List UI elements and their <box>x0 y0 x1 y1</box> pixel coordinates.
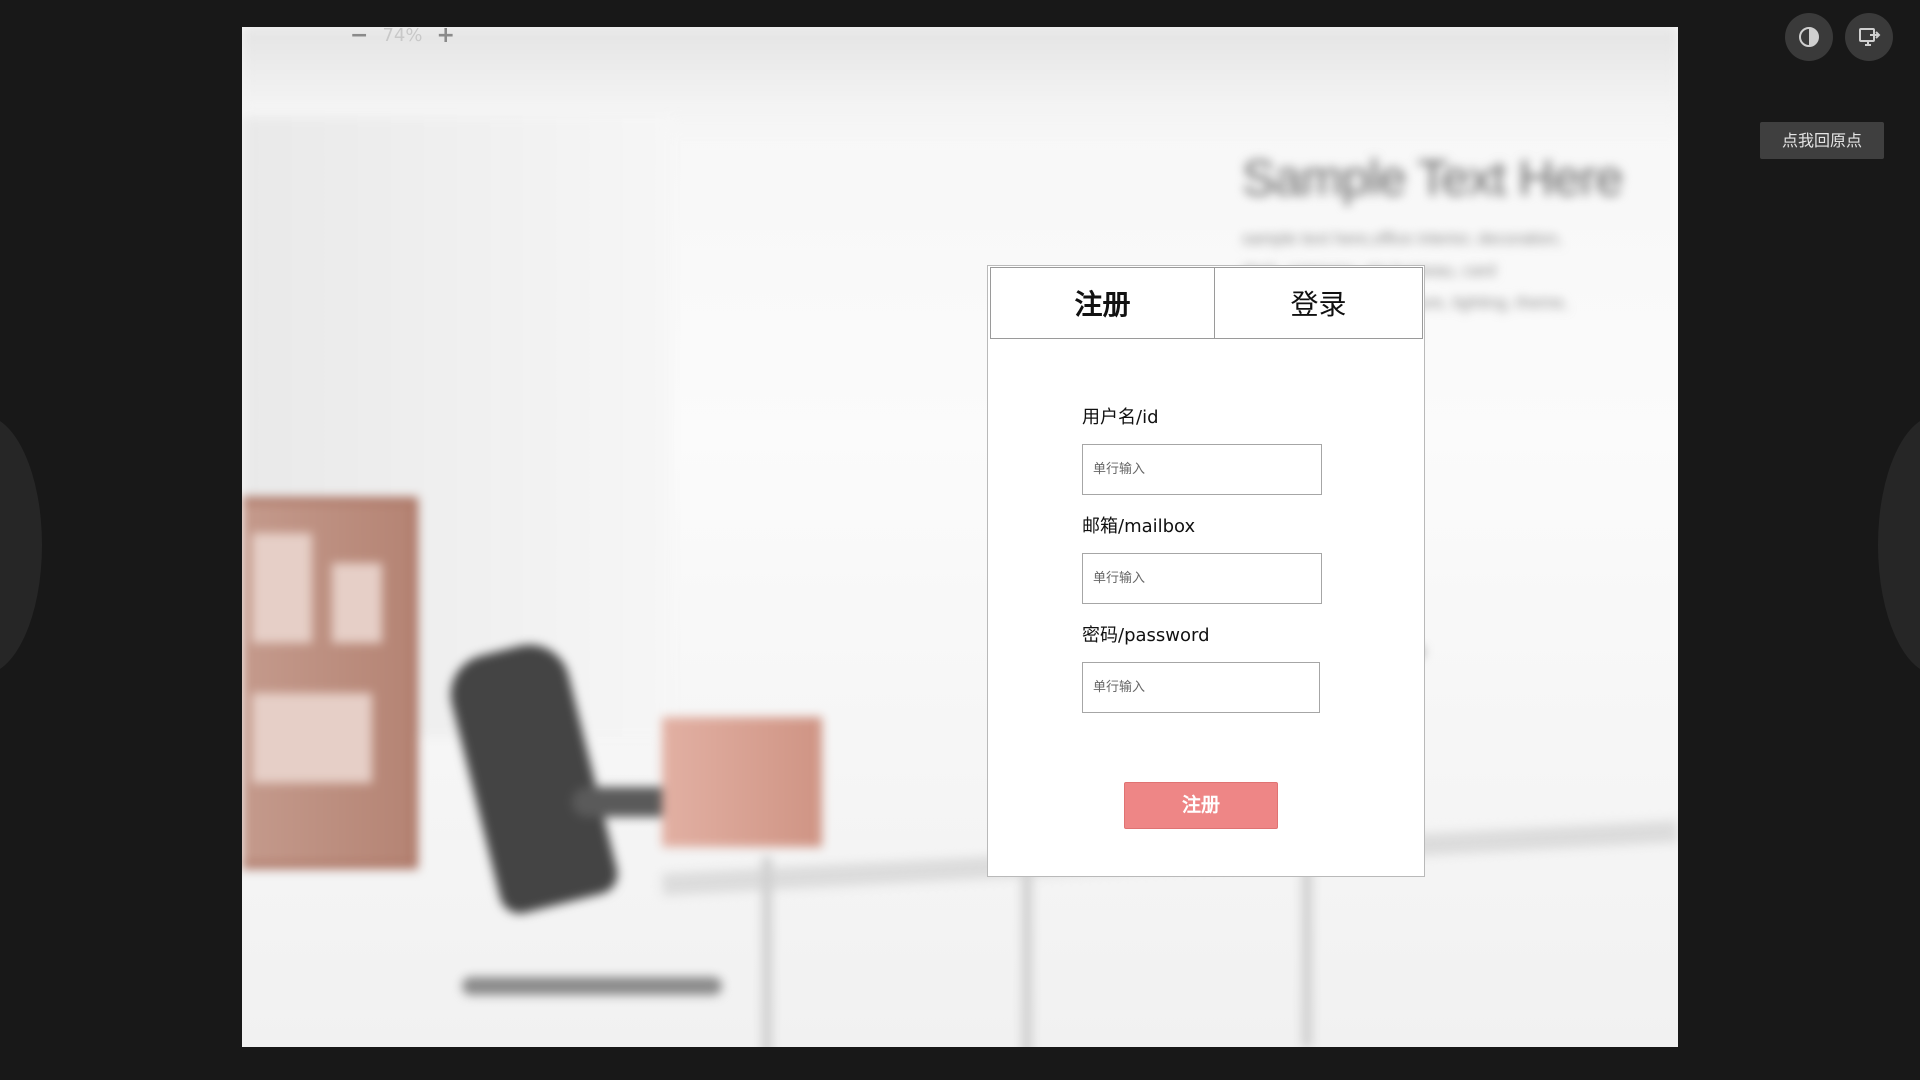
theme-toggle-button[interactable] <box>1785 13 1833 61</box>
register-submit-button[interactable]: 注册 <box>1124 782 1278 829</box>
sample-title: Sample Text Here <box>1242 150 1623 206</box>
password-input[interactable] <box>1082 662 1320 713</box>
right-nav-arc[interactable] <box>1878 415 1920 675</box>
email-label: 邮箱/mailbox <box>1082 516 1196 537</box>
register-form: 用户名/id 邮箱/mailbox 密码/password <box>1082 406 1332 733</box>
username-label: 用户名/id <box>1082 407 1159 428</box>
contrast-icon <box>1799 27 1819 47</box>
presentation-canvas: Sample Text Here sample text here,office… <box>242 27 1678 1047</box>
zoom-in-button[interactable]: + <box>436 24 454 46</box>
exit-presentation-icon <box>1859 28 1881 46</box>
return-origin-button[interactable]: 点我回原点 <box>1760 122 1884 159</box>
register-card: 注册 登录 用户名/id 邮箱/mailbox 密码/password 注册 <box>987 265 1425 877</box>
bookshelf <box>242 497 418 869</box>
auth-tabs: 注册 登录 <box>990 267 1423 339</box>
zoom-control: − 74% + <box>350 24 455 46</box>
password-label: 密码/password <box>1082 625 1210 646</box>
left-nav-arc[interactable] <box>0 415 42 675</box>
tab-register[interactable]: 注册 <box>990 267 1215 339</box>
zoom-out-button[interactable]: − <box>350 24 368 46</box>
exit-presentation-button[interactable] <box>1845 13 1893 61</box>
email-input[interactable] <box>1082 553 1322 604</box>
tab-login[interactable]: 登录 <box>1215 267 1423 339</box>
zoom-level: 74% <box>382 25 423 46</box>
office-background-image: Sample Text Here sample text here,office… <box>242 27 1678 1047</box>
username-input[interactable] <box>1082 444 1322 495</box>
